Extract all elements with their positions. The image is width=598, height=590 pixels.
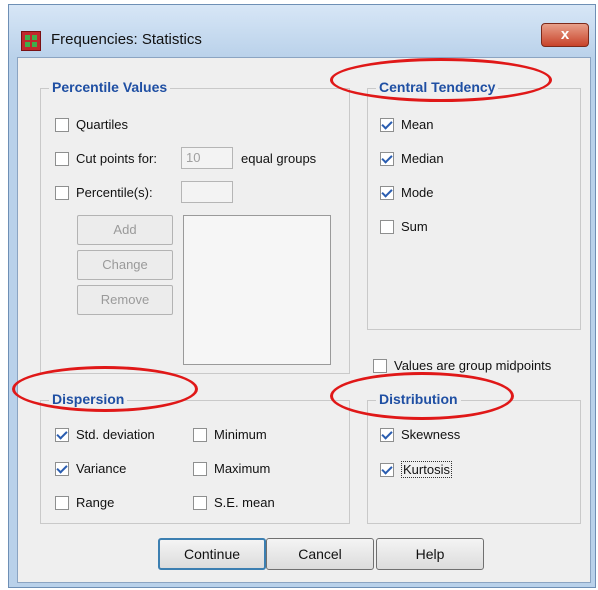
median-checkbox[interactable]: Median <box>380 151 444 166</box>
dispersion-group: Dispersion Std. deviation Variance Range… <box>40 391 350 524</box>
range-label: Range <box>76 495 115 510</box>
se-mean-checkbox[interactable]: S.E. mean <box>193 495 275 510</box>
close-button[interactable]: x <box>541 23 589 47</box>
variance-box[interactable] <box>55 461 69 476</box>
cut-points-input[interactable]: 10 <box>181 147 233 169</box>
percentiles-label: Percentile(s): <box>76 185 153 200</box>
sum-box[interactable] <box>380 219 394 234</box>
mean-box[interactable] <box>380 117 394 132</box>
mode-box[interactable] <box>380 185 394 200</box>
kurtosis-checkbox[interactable]: Kurtosis <box>380 461 452 478</box>
sum-checkbox[interactable]: Sum <box>380 219 428 234</box>
maximum-checkbox[interactable]: Maximum <box>193 461 270 476</box>
se-mean-box[interactable] <box>193 495 207 510</box>
central-tendency-group: Central Tendency Mean Median Mode Sum <box>367 79 581 330</box>
quartiles-checkbox[interactable]: Quartiles <box>55 117 128 132</box>
cancel-button[interactable]: Cancel <box>266 538 374 570</box>
variance-label: Variance <box>76 461 127 476</box>
group-midpoints-checkbox[interactable]: Values are group midpoints <box>373 358 551 373</box>
mode-checkbox[interactable]: Mode <box>380 185 434 200</box>
range-checkbox[interactable]: Range <box>55 495 114 510</box>
cut-points-label: Cut points for: <box>76 151 157 166</box>
mean-label: Mean <box>401 117 434 132</box>
se-mean-label: S.E. mean <box>214 495 275 510</box>
spss-app-icon <box>21 31 41 51</box>
skewness-box[interactable] <box>380 427 394 442</box>
percentile-values-legend: Percentile Values <box>49 79 171 95</box>
continue-button[interactable]: Continue <box>158 538 266 570</box>
skewness-checkbox[interactable]: Skewness <box>380 427 460 442</box>
sum-label: Sum <box>401 219 428 234</box>
std-deviation-label: Std. deviation <box>76 427 155 442</box>
kurtosis-label: Kurtosis <box>401 461 452 478</box>
std-deviation-checkbox[interactable]: Std. deviation <box>55 427 155 442</box>
percentile-values-group: Percentile Values Quartiles Cut points f… <box>40 79 350 374</box>
window-title: Frequencies: Statistics <box>51 31 202 48</box>
percentiles-list[interactable] <box>183 215 331 365</box>
kurtosis-box[interactable] <box>380 462 394 477</box>
variance-checkbox[interactable]: Variance <box>55 461 126 476</box>
quartiles-box[interactable] <box>55 117 69 132</box>
remove-button: Remove <box>77 285 173 315</box>
quartiles-label: Quartiles <box>76 117 129 132</box>
percentiles-box[interactable] <box>55 185 69 200</box>
distribution-highlight-oval <box>330 372 514 420</box>
mean-checkbox[interactable]: Mean <box>380 117 434 132</box>
help-button[interactable]: Help <box>376 538 484 570</box>
title-bar: Frequencies: Statistics x <box>9 5 595 59</box>
percentiles-checkbox[interactable]: Percentile(s): <box>55 185 153 200</box>
percentiles-input[interactable] <box>181 181 233 203</box>
median-label: Median <box>401 151 444 166</box>
add-button: Add <box>77 215 173 245</box>
minimum-box[interactable] <box>193 427 207 442</box>
dialog-body: Percentile Values Quartiles Cut points f… <box>17 57 591 583</box>
dispersion-highlight-oval <box>12 366 198 412</box>
range-box[interactable] <box>55 495 69 510</box>
cut-points-checkbox[interactable]: Cut points for: <box>55 151 157 166</box>
group-midpoints-label: Values are group midpoints <box>394 358 552 373</box>
minimum-label: Minimum <box>214 427 267 442</box>
maximum-box[interactable] <box>193 461 207 476</box>
cut-points-box[interactable] <box>55 151 69 166</box>
group-midpoints-box[interactable] <box>373 358 387 373</box>
change-button: Change <box>77 250 173 280</box>
skewness-label: Skewness <box>401 427 461 442</box>
std-deviation-box[interactable] <box>55 427 69 442</box>
minimum-checkbox[interactable]: Minimum <box>193 427 267 442</box>
median-box[interactable] <box>380 151 394 166</box>
maximum-label: Maximum <box>214 461 271 476</box>
equal-groups-label: equal groups <box>241 151 317 166</box>
central-tendency-highlight-oval <box>330 58 552 102</box>
mode-label: Mode <box>401 185 434 200</box>
